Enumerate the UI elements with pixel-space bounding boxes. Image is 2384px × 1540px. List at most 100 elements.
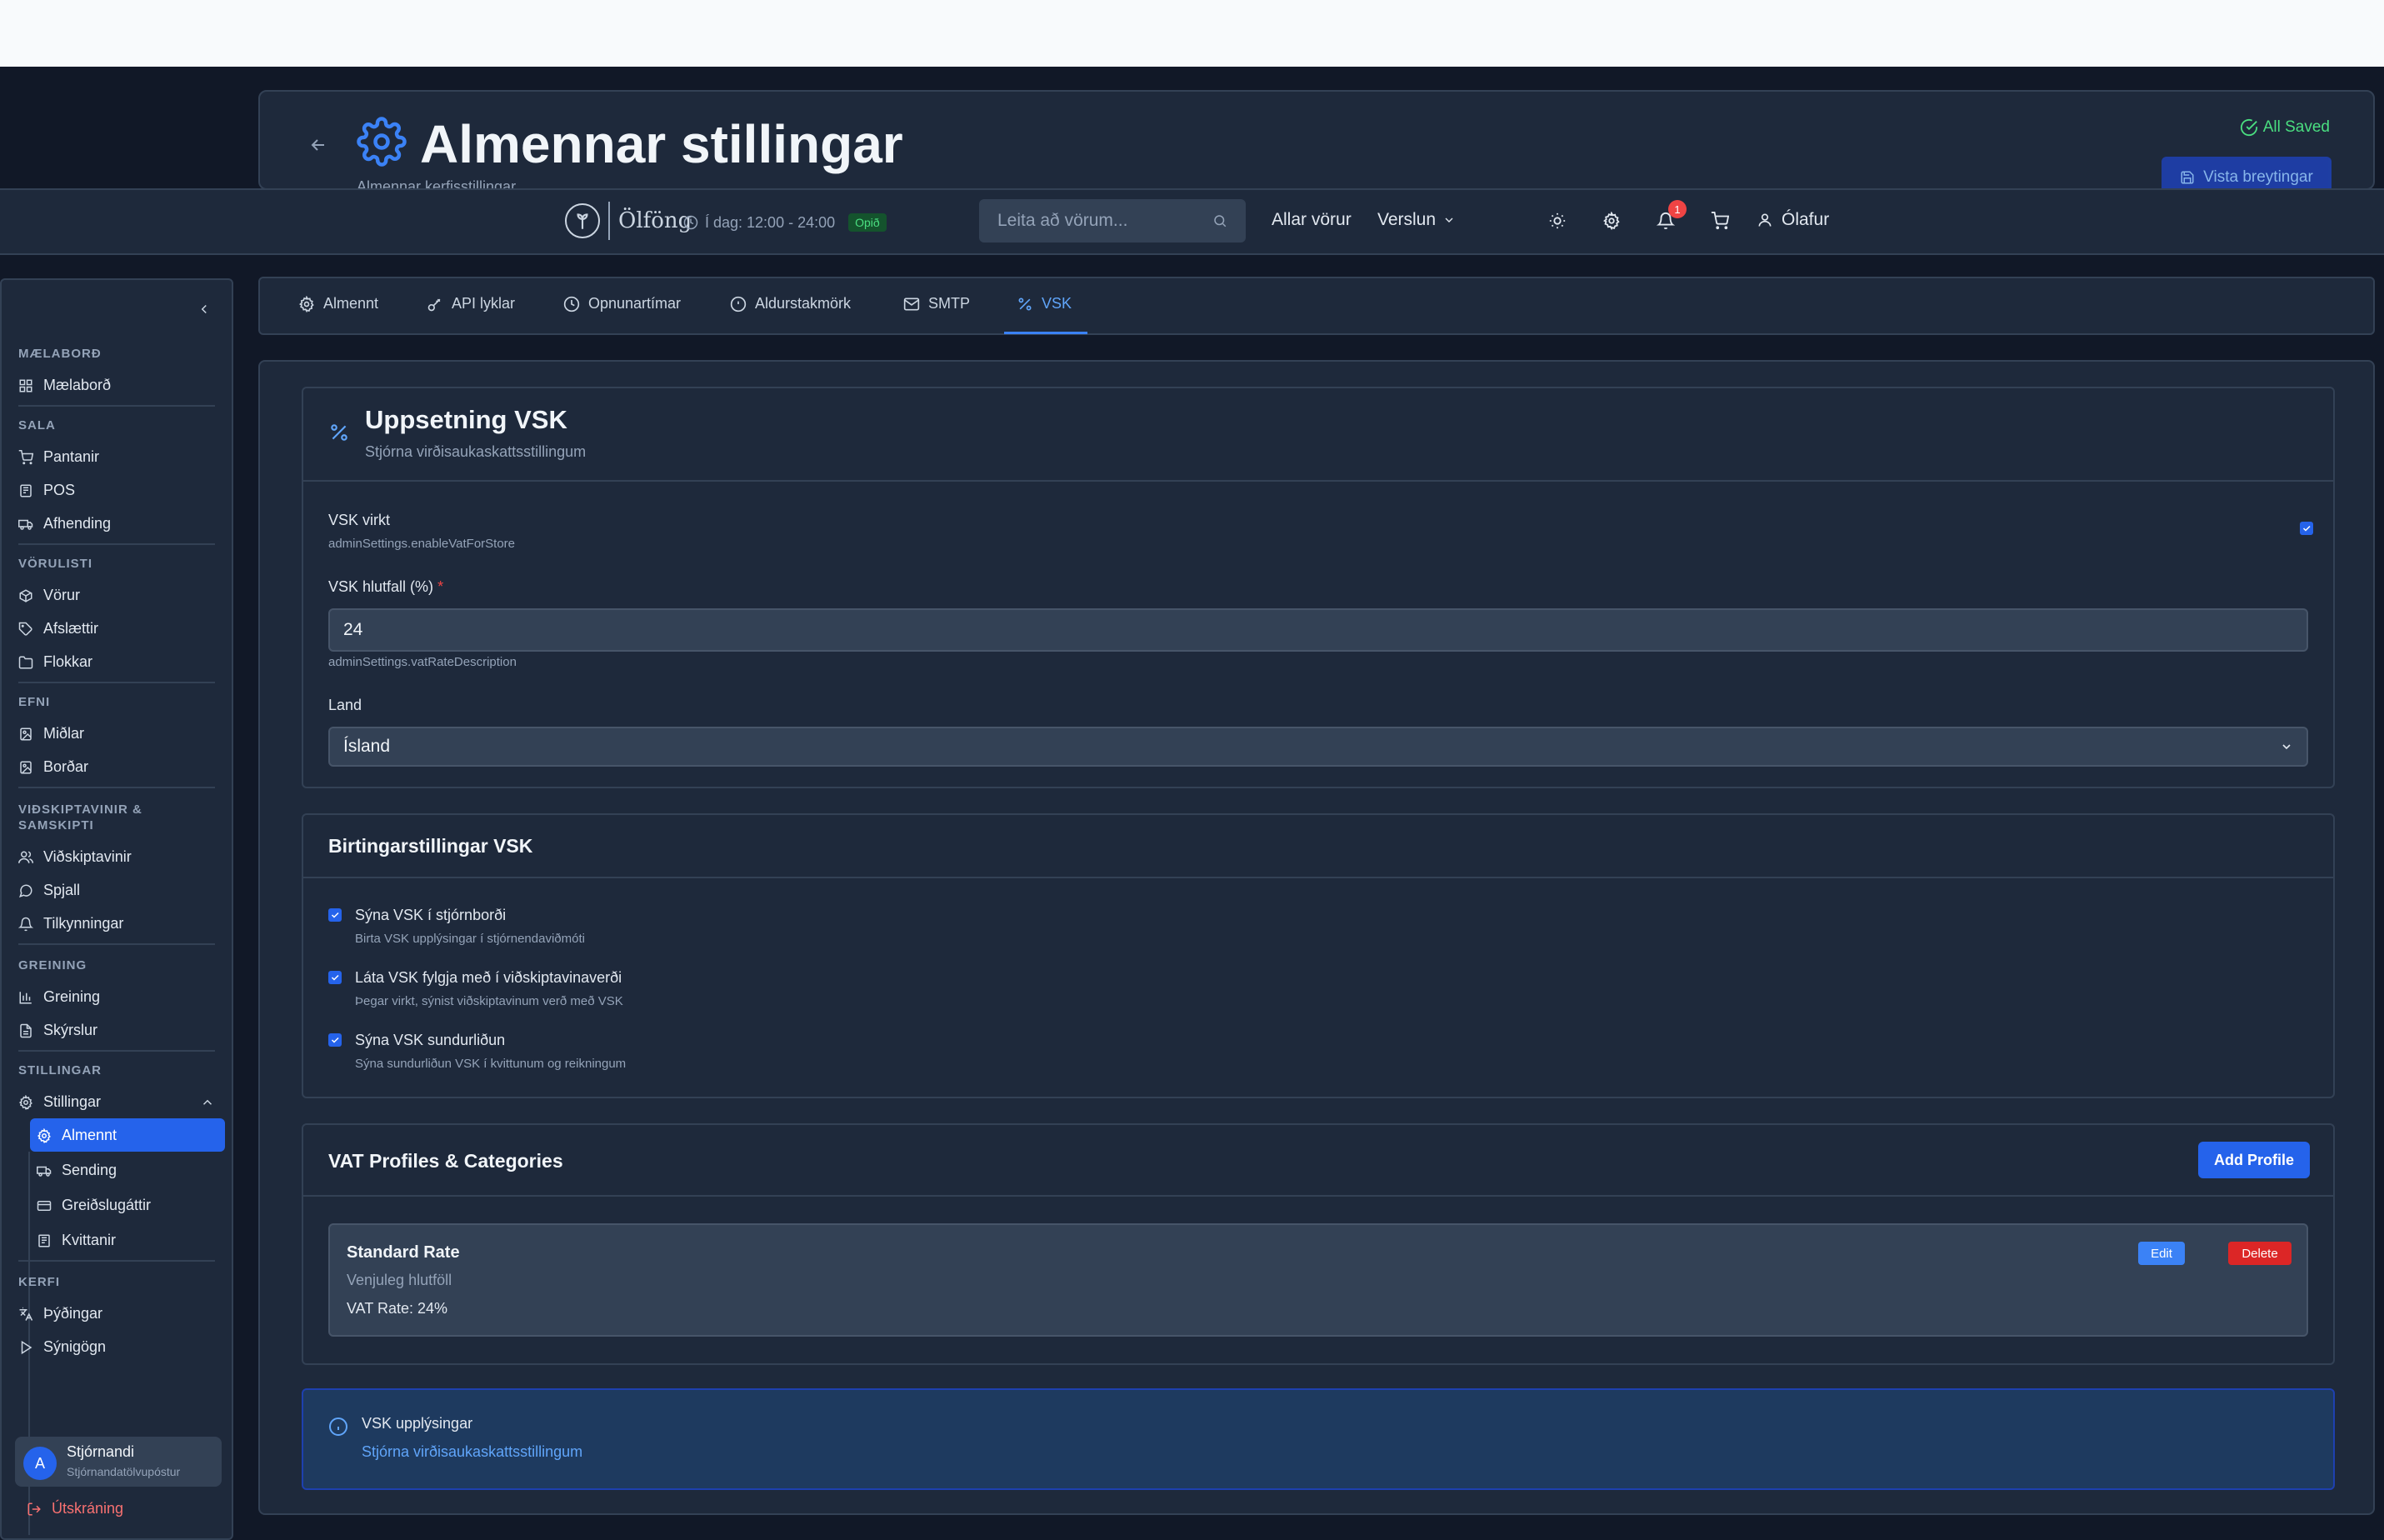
card-divider <box>303 1195 2333 1197</box>
cart-icon[interactable] <box>1706 207 1734 235</box>
country-select[interactable]: Ísland <box>328 727 2308 767</box>
sidebar-item-translations[interactable]: Þýðingar <box>18 1305 102 1322</box>
store-logo[interactable]: Ölföng <box>565 202 692 240</box>
show-vat-breakdown-checkbox[interactable] <box>328 1033 342 1047</box>
search-icon[interactable] <box>1212 213 1227 228</box>
sidebar-item-dashboard[interactable]: Mælaborð <box>18 377 111 394</box>
sidebar-section-dashboard: MÆLABORÐ <box>18 347 102 361</box>
logo-divider <box>608 202 610 240</box>
sidebar-divider <box>18 543 215 545</box>
tab-general[interactable]: Almennt <box>298 295 378 312</box>
sidebar-item-orders[interactable]: Pantanir <box>18 448 99 466</box>
option-hint: Birta VSK upplýsingar í stjórnendaviðmót… <box>355 932 585 946</box>
sidebar-item-label: Borðar <box>43 758 89 775</box>
delete-profile-button[interactable]: Delete <box>2228 1242 2292 1265</box>
sidebar-item-chat[interactable]: Spjall <box>18 882 80 899</box>
theme-toggle-sun-icon[interactable] <box>1543 207 1572 235</box>
sidebar-item-banners[interactable]: Borðar <box>18 758 88 776</box>
sidebar-item-label: Greining <box>43 988 101 1005</box>
vat-rate-label: VSK hlutfall (%) * <box>328 578 443 596</box>
collapse-sidebar-chevron-icon[interactable] <box>197 300 212 322</box>
percent-icon <box>331 424 347 441</box>
percent-icon <box>1018 298 1032 310</box>
card-divider <box>303 480 2333 482</box>
tab-api-keys[interactable]: API lyklar <box>427 295 515 312</box>
sidebar-item-label: Sýnigögn <box>43 1338 107 1355</box>
vat-profile-item: Standard Rate Venjuleg hlutföll VAT Rate… <box>328 1223 2308 1337</box>
logo-text: Ölföng <box>618 208 692 233</box>
truck-icon <box>18 519 33 530</box>
logout-label: Útskráning <box>52 1500 124 1517</box>
sidebar-section-customers: VIÐSKIPTAVINIR & SAMSKIPTI <box>18 802 142 832</box>
sidebar-subitem-shipping[interactable]: Sending <box>37 1162 117 1179</box>
tab-label: VSK <box>1042 295 1072 312</box>
sidebar-section-content: EFNI <box>18 695 51 709</box>
sidebar-section-catalog: VÖRULISTI <box>18 557 93 571</box>
notifications-bell-icon[interactable]: 1 <box>1652 200 1687 235</box>
sidebar-user-email: Stjórnandatölvupóstur <box>67 1465 181 1478</box>
tab-age-restrictions[interactable]: Aldurstakmörk <box>730 295 851 312</box>
sidebar-item-analytics[interactable]: Greining <box>18 988 100 1006</box>
sidebar-item-label: Tilkynningar <box>43 915 124 932</box>
user-menu[interactable]: Ólafur <box>1757 210 1829 230</box>
option-hint: Þegar virkt, sýnist viðskiptavinum verð … <box>355 994 623 1008</box>
chevron-down-icon <box>1445 218 1453 222</box>
check-circle-icon <box>2240 118 2257 137</box>
save-icon <box>2181 171 2194 184</box>
clock-icon <box>563 296 580 312</box>
sidebar-subitem-receipts[interactable]: Kvittanir <box>37 1232 116 1249</box>
sidebar-item-pos[interactable]: POS <box>18 482 75 499</box>
tab-label: API lyklar <box>452 295 516 312</box>
sidebar-subitem-label: Sending <box>62 1162 117 1178</box>
search-input[interactable]: Leita að vörum... <box>979 199 1246 242</box>
search-placeholder: Leita að vörum... <box>997 211 1128 230</box>
back-arrow-icon[interactable] <box>308 133 328 162</box>
gear-icon <box>298 295 314 312</box>
show-vat-dashboard-checkbox[interactable] <box>328 908 342 922</box>
vat-enabled-checkbox[interactable] <box>2300 522 2313 535</box>
option-label: Sýna VSK sundurliðun <box>355 1032 506 1048</box>
include-vat-customer-price-checkbox[interactable] <box>328 971 342 984</box>
truck-icon <box>37 1166 52 1177</box>
bell-icon <box>18 917 33 931</box>
sidebar-subitem-general[interactable]: Almennt <box>37 1127 117 1144</box>
sidebar-item-categories[interactable]: Flokkar <box>18 653 92 671</box>
sidebar-item-notifications[interactable]: Tilkynningar <box>18 915 123 932</box>
sidebar-section-sales: SALA <box>18 418 56 432</box>
vat-profiles-title: VAT Profiles & Categories <box>328 1150 563 1172</box>
sidebar-item-label: Pantanir <box>43 448 100 465</box>
sidebar-item-label: Vörur <box>43 587 81 603</box>
sidebar-item-label: Spjall <box>43 882 81 898</box>
vat-rate-input[interactable]: 24 <box>328 608 2308 652</box>
sidebar-item-demo-data[interactable]: Sýnigögn <box>18 1338 106 1356</box>
nav-link-store[interactable]: Verslun <box>1377 210 1456 230</box>
bar-chart-icon <box>19 991 32 1003</box>
sidebar-user-card[interactable]: A Stjórnandi Stjórnandatölvupóstur <box>15 1437 222 1487</box>
saved-status-label: All Saved <box>2262 118 2330 136</box>
settings-gear-icon[interactable] <box>1597 207 1626 235</box>
credit-card-icon <box>37 1200 52 1211</box>
sidebar-item-media[interactable]: Miðlar <box>18 725 84 742</box>
save-changes-button[interactable]: Vista breytingar <box>2162 157 2332 188</box>
sidebar-item-delivery[interactable]: Afhending <box>18 515 111 532</box>
sidebar-item-settings[interactable]: Stillingar <box>18 1093 215 1111</box>
sidebar-subitem-payment-gateways[interactable]: Greiðslugáttir <box>37 1197 151 1214</box>
tab-opening-hours[interactable]: Opnunartímar <box>563 295 681 312</box>
edit-profile-button[interactable]: Edit <box>2138 1242 2185 1265</box>
tab-smtp[interactable]: SMTP <box>903 295 970 312</box>
sidebar-item-customers[interactable]: Viðskiptavinir <box>18 848 132 866</box>
info-icon <box>329 1418 347 1436</box>
translate-icon <box>19 1307 33 1321</box>
settings-content: Uppsetning VSK Stjórna virðisaukaskattss… <box>258 360 2375 1515</box>
sidebar-item-label: POS <box>43 482 76 498</box>
logout-button[interactable]: Útskráning <box>27 1500 123 1518</box>
register-icon <box>20 484 32 497</box>
sidebar-item-reports[interactable]: Skýrslur <box>18 1022 97 1039</box>
add-profile-button[interactable]: Add Profile <box>2198 1142 2310 1178</box>
checkmark-icon <box>2302 525 2311 532</box>
sidebar-item-discounts[interactable]: Afslættir <box>18 620 98 638</box>
nav-link-all-products[interactable]: Allar vörur <box>1272 210 1352 230</box>
sidebar-item-products[interactable]: Vörur <box>18 587 80 604</box>
tab-vat[interactable]: VSK <box>1017 295 1072 312</box>
open-status-badge: Opið <box>848 213 887 232</box>
